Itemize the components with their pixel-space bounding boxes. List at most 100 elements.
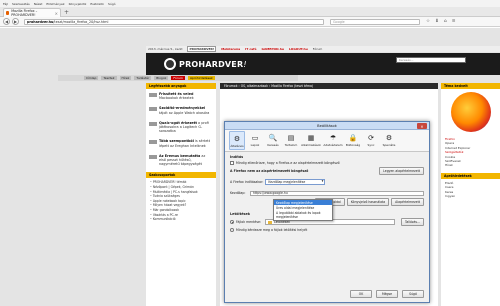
site-logo[interactable]: PROHARDVER!	[164, 58, 247, 70]
default-browser-row: A Firefox nem az alapértelmezett böngész…	[230, 167, 424, 175]
site-header: PROHARDVER! Keresés...	[146, 53, 500, 75]
toplink-forum[interactable]: Fórum	[313, 47, 323, 51]
list-item[interactable]: Kommunikáció	[150, 217, 212, 222]
tab-privacy[interactable]: ☂ Adatvédelem	[323, 131, 343, 150]
news-item[interactable]: Szoldító-eredményekkel tájolt az Apple W…	[146, 103, 216, 117]
startup-group-title: Indítás	[230, 155, 244, 159]
browser-search-input[interactable]: Google	[330, 19, 420, 25]
options-toolbar: ⚙ Általános ▭ Lapok 🔍 Keresés ▤ Tartalom ▦ Al…	[225, 130, 429, 152]
list-item[interactable]: Ingyen	[445, 194, 496, 198]
general-icon: ⚙	[233, 134, 241, 143]
url-path: /teszt/mozilla_firefox_20/hsz.html	[53, 20, 109, 24]
site-nav-forum[interactable]: Fórum	[171, 76, 185, 80]
news-item[interactable]: Qualc-ogát érkezett a profi játékosokra …	[146, 118, 216, 137]
tab-title: Mozilla Firefox – PROHARDVER!	[11, 9, 38, 17]
search-icon: 🔍	[268, 133, 278, 142]
folder-icon	[268, 220, 273, 224]
right-list: Firefox Opera Internet Explorer Szolgált…	[441, 135, 500, 170]
when-start-select[interactable]: Kezdőlap megjelenítése	[265, 179, 326, 185]
menu-history[interactable]: Előzmények	[46, 2, 64, 6]
ok-button[interactable]: OK	[350, 290, 372, 298]
tab-general[interactable]: ⚙ Általános	[229, 131, 245, 150]
left-sidebar: Legfrissebb anyagok Frissített és veled …	[146, 83, 216, 306]
dialog-titlebar[interactable]: Beállítások ✕	[225, 122, 429, 130]
news-item[interactable]: Frissített és veled Macbookok érkeztek	[146, 89, 216, 103]
browse-button[interactable]: Tallózás...	[401, 218, 424, 226]
tab-search[interactable]: 🔍 Keresés	[265, 131, 281, 150]
toplink-mobilarena[interactable]: Mobilarena	[221, 47, 240, 51]
tab-applications[interactable]: ▦ Alkalmazások	[301, 131, 321, 150]
homepage-row: Kezdőlap: https://www.google.hu	[230, 190, 424, 196]
tabs-icon: ▭	[251, 133, 259, 142]
browser-tab[interactable]: Mozilla Firefox – PROHARDVER! ×	[3, 8, 61, 17]
site-nav-news[interactable]: Hírek	[119, 76, 132, 80]
site-nav-knowledge[interactable]: Tudástár	[134, 76, 152, 80]
right-head: Téma kedvelt	[441, 83, 500, 89]
logo-text: PROHARDVER	[179, 59, 244, 69]
dialog-close-button[interactable]: ✕	[417, 123, 427, 129]
check-default-row: Mindig ellenőrizze, hogy a Firefox-e az …	[230, 161, 424, 165]
toplink-prohardver[interactable]: PROHARDVER!	[187, 46, 217, 52]
new-tab-icon[interactable]: +	[64, 9, 69, 16]
nav-bar: ◀ ▶ prohardver.hu/teszt/mozilla_firefox_…	[0, 17, 500, 27]
startup-dropdown-list: Kezdőlap megjelenítése Üres oldal megjel…	[273, 199, 333, 221]
menu-view[interactable]: Nézet	[34, 2, 43, 6]
site-nav-tests[interactable]: Tesztek	[101, 76, 117, 80]
tab-close-icon[interactable]: ×	[55, 11, 58, 16]
dropdown-option[interactable]: A legutóbbi ablakok és lapok megjeleníté…	[274, 210, 332, 219]
firefox-logo-icon[interactable]	[450, 92, 491, 132]
check-default-checkbox[interactable]	[230, 161, 234, 165]
firefox-favicon-icon	[6, 11, 10, 15]
news-item[interactable]: Az Eremus bemutatta az első pesszt hűtés…	[146, 151, 216, 170]
make-default-button[interactable]: Legyen alapértelmezett	[379, 167, 424, 175]
news-item[interactable]: Több szempontból is sértett lépett az Er…	[146, 136, 216, 150]
menu-icon[interactable]: ≡	[452, 19, 456, 24]
tab-tabs[interactable]: ▭ Lapok	[247, 131, 263, 150]
content-icon: ▤	[287, 133, 295, 142]
use-bookmark-button[interactable]: Könyvjelző használata	[346, 198, 390, 206]
list-item[interactable]: Hírek	[445, 163, 496, 167]
url-bar[interactable]: prohardver.hu/teszt/mozilla_firefox_20/h…	[24, 19, 324, 25]
back-button[interactable]: ◀	[3, 18, 10, 25]
toplink-itcafe[interactable]: IT café	[245, 47, 256, 51]
restore-default-button[interactable]: Alapértelmezett	[391, 198, 424, 206]
security-icon: 🔒	[348, 133, 358, 142]
toplink-logout[interactable]: LOGOUT.hu	[289, 47, 308, 51]
news-thumb	[149, 107, 157, 112]
homepage-input[interactable]: https://www.google.hu	[250, 190, 424, 196]
cancel-button[interactable]: Mégse	[376, 290, 398, 298]
sync-icon: ⟳	[368, 133, 374, 142]
breadcrumb: Fórumok › OS, alkalmazások › Mozilla Fir…	[220, 83, 438, 89]
bookmark-star-icon[interactable]: ☆	[426, 19, 430, 24]
menu-bookmarks[interactable]: Könyvjelzők	[69, 2, 87, 6]
toplink-gamepod[interactable]: GAMEPOD.hu	[262, 47, 284, 51]
tab-security[interactable]: 🔒 Biztonság	[345, 131, 361, 150]
always-ask-row: Mindig kérdezze meg a fájlok letöltési h…	[230, 228, 424, 232]
forward-button[interactable]: ▶	[12, 18, 19, 25]
options-dialog: Beállítások ✕ ⚙ Általános ▭ Lapok 🔍 Keresés…	[224, 121, 430, 303]
home-icon[interactable]: ⌂	[444, 19, 447, 24]
privacy-icon: ☂	[329, 133, 337, 142]
site-search-input[interactable]: Keresés...	[396, 57, 466, 63]
check-default-label: Mindig ellenőrizze, hogy a Firefox-e az …	[236, 161, 340, 165]
always-ask-label: Mindig kérdezze meg a fájlok letöltési h…	[236, 228, 308, 232]
site-nav-home[interactable]: Címlap	[84, 76, 99, 80]
download-folder: Letöltések	[274, 220, 291, 224]
menu-file[interactable]: Fájl	[3, 2, 8, 6]
always-ask-radio[interactable]	[230, 228, 234, 232]
tab-sync[interactable]: ⟳ Sync	[363, 131, 379, 150]
homepage-label: Kezdőlap:	[230, 191, 246, 196]
menu-bar: Fájl Szerkesztés Nézet Előzmények Könyvj…	[0, 0, 500, 7]
downloads-icon[interactable]: ⬇	[435, 19, 439, 24]
help-button[interactable]: Súgó	[402, 290, 424, 298]
save-to-radio[interactable]	[230, 220, 234, 224]
menu-help[interactable]: Súgó	[108, 2, 116, 6]
menu-tools[interactable]: Eszközök	[90, 2, 104, 6]
dialog-title: Beállítások	[317, 123, 337, 128]
url-host: prohardver.hu	[27, 20, 54, 24]
site-nav-blogs[interactable]: Blogok	[154, 76, 169, 80]
site-nav-classifieds[interactable]: Apróhirdetések	[187, 76, 215, 80]
tab-content[interactable]: ▤ Tartalom	[283, 131, 299, 150]
menu-edit[interactable]: Szerkesztés	[12, 2, 30, 6]
tab-advanced[interactable]: ⚙ Speciális	[381, 131, 397, 150]
